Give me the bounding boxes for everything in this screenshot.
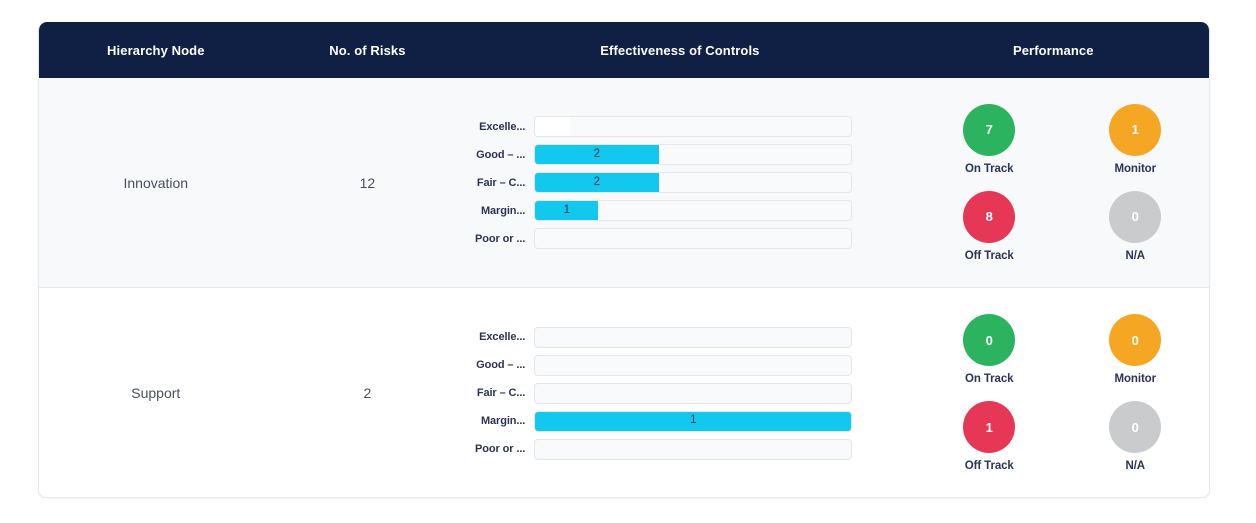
- bar-track[interactable]: 1: [534, 200, 853, 221]
- monitor-label: Monitor: [1114, 373, 1157, 385]
- dashboard-page: Hierarchy Node No. of Risks Effectivenes…: [0, 0, 1256, 523]
- performance-row-bottom: 8 Off Track 0 N/A: [960, 190, 1164, 262]
- bar-row: Fair – C...: [470, 382, 897, 404]
- bar-row: Margin... 1: [470, 200, 897, 221]
- performance-metrics: 7 On Track 1 Monitor 8 Off Track 0 N/A: [898, 103, 1209, 262]
- bar-row: Good – ...: [470, 354, 897, 376]
- bar-fill: 1: [535, 201, 599, 220]
- column-header-effectiveness-of-controls[interactable]: Effectiveness of Controls: [462, 43, 897, 58]
- monitor-badge: 0: [1109, 314, 1162, 366]
- bar-row: Margin... 1: [470, 410, 897, 432]
- risk-summary-card: Hierarchy Node No. of Risks Effectivenes…: [38, 22, 1210, 498]
- na-label: N/A: [1125, 460, 1145, 472]
- table-header-row: Hierarchy Node No. of Risks Effectivenes…: [39, 22, 1209, 78]
- table-row[interactable]: Support 2 Excelle... Good – ... Fair – C…: [39, 288, 1209, 497]
- performance-item-monitor[interactable]: 0 Monitor: [1106, 314, 1164, 385]
- bar-label-good: Good – ...: [476, 359, 526, 371]
- bar-label-poor: Poor or ...: [475, 232, 526, 245]
- bar-track[interactable]: [534, 116, 853, 137]
- performance-item-monitor[interactable]: 1 Monitor: [1106, 103, 1164, 175]
- performance-row-bottom: 1 Off Track 0 N/A: [960, 401, 1164, 472]
- bar-track[interactable]: 2: [534, 144, 853, 165]
- on-track-badge: 0: [963, 314, 1016, 366]
- bar-track[interactable]: [534, 438, 853, 460]
- bar-value: 1: [690, 414, 697, 427]
- cell-no-of-risks: 12: [359, 174, 376, 191]
- cell-hierarchy-node: Support: [131, 385, 181, 401]
- performance-item-na[interactable]: 0 N/A: [1106, 401, 1164, 472]
- na-badge: 0: [1109, 401, 1162, 453]
- off-track-badge: 1: [963, 401, 1016, 453]
- on-track-badge: 7: [963, 103, 1016, 156]
- column-header-hierarchy-node[interactable]: Hierarchy Node: [39, 43, 273, 58]
- column-header-no-of-risks[interactable]: No. of Risks: [273, 43, 463, 58]
- bar-label-poor: Poor or ...: [475, 443, 526, 455]
- cell-hierarchy-node: Innovation: [123, 174, 189, 191]
- bar-label-good: Good – ...: [476, 148, 526, 161]
- controls-bar-chart: Excelle... Good – ... 2 Fair – C... 2 Ma…: [462, 116, 897, 249]
- bar-track[interactable]: [534, 228, 853, 249]
- bar-fill: 2: [535, 145, 659, 164]
- bar-row: Poor or ...: [470, 228, 897, 249]
- na-label: N/A: [1125, 249, 1145, 262]
- performance-item-off-track[interactable]: 8 Off Track: [960, 190, 1018, 262]
- monitor-badge: 1: [1109, 103, 1162, 156]
- na-badge: 0: [1109, 190, 1162, 243]
- bar-fill: 1: [535, 411, 852, 431]
- bar-fill: [535, 117, 571, 136]
- bar-row: Good – ... 2: [470, 144, 897, 165]
- bar-label-excellent: Excelle...: [479, 120, 526, 133]
- bar-row: Fair – C... 2: [470, 172, 897, 193]
- bar-value: 2: [593, 175, 601, 188]
- controls-bar-chart: Excelle... Good – ... Fair – C... Margin…: [462, 326, 897, 460]
- bar-track[interactable]: 2: [534, 172, 853, 193]
- bar-label-marginal: Margin...: [480, 415, 526, 427]
- performance-metrics: 0 On Track 0 Monitor 1 Off Track 0 N/A: [898, 314, 1209, 472]
- bar-label-excellent: Excelle...: [479, 331, 526, 343]
- bar-track[interactable]: [534, 354, 853, 376]
- performance-row-top: 7 On Track 1 Monitor: [960, 103, 1164, 175]
- on-track-label: On Track: [965, 162, 1014, 175]
- bar-row: Excelle...: [470, 116, 897, 137]
- on-track-label: On Track: [965, 373, 1014, 385]
- performance-item-na[interactable]: 0 N/A: [1106, 190, 1164, 262]
- bar-row: Excelle...: [470, 326, 897, 348]
- off-track-badge: 8: [963, 190, 1016, 243]
- performance-item-off-track[interactable]: 1 Off Track: [960, 401, 1018, 472]
- performance-item-on-track[interactable]: 7 On Track: [960, 103, 1018, 175]
- performance-row-top: 0 On Track 0 Monitor: [960, 314, 1164, 385]
- bar-row: Poor or ...: [470, 438, 897, 460]
- bar-value: 1: [563, 203, 571, 216]
- table-row[interactable]: Innovation 12 Excelle... Good – ... 2 Fa…: [39, 78, 1209, 288]
- monitor-label: Monitor: [1114, 162, 1157, 175]
- cell-no-of-risks: 2: [363, 385, 372, 401]
- bar-label-fair: Fair – C...: [476, 176, 526, 189]
- off-track-label: Off Track: [964, 460, 1014, 472]
- column-header-performance[interactable]: Performance: [898, 43, 1209, 58]
- bar-track[interactable]: [534, 326, 853, 348]
- bar-track[interactable]: [534, 382, 853, 404]
- bar-fill: 2: [535, 173, 659, 192]
- bar-value: 2: [593, 147, 601, 160]
- bar-label-fair: Fair – C...: [476, 387, 526, 399]
- bar-track[interactable]: 1: [534, 410, 853, 432]
- performance-item-on-track[interactable]: 0 On Track: [960, 314, 1018, 385]
- bar-label-marginal: Margin...: [480, 204, 526, 217]
- off-track-label: Off Track: [964, 249, 1014, 262]
